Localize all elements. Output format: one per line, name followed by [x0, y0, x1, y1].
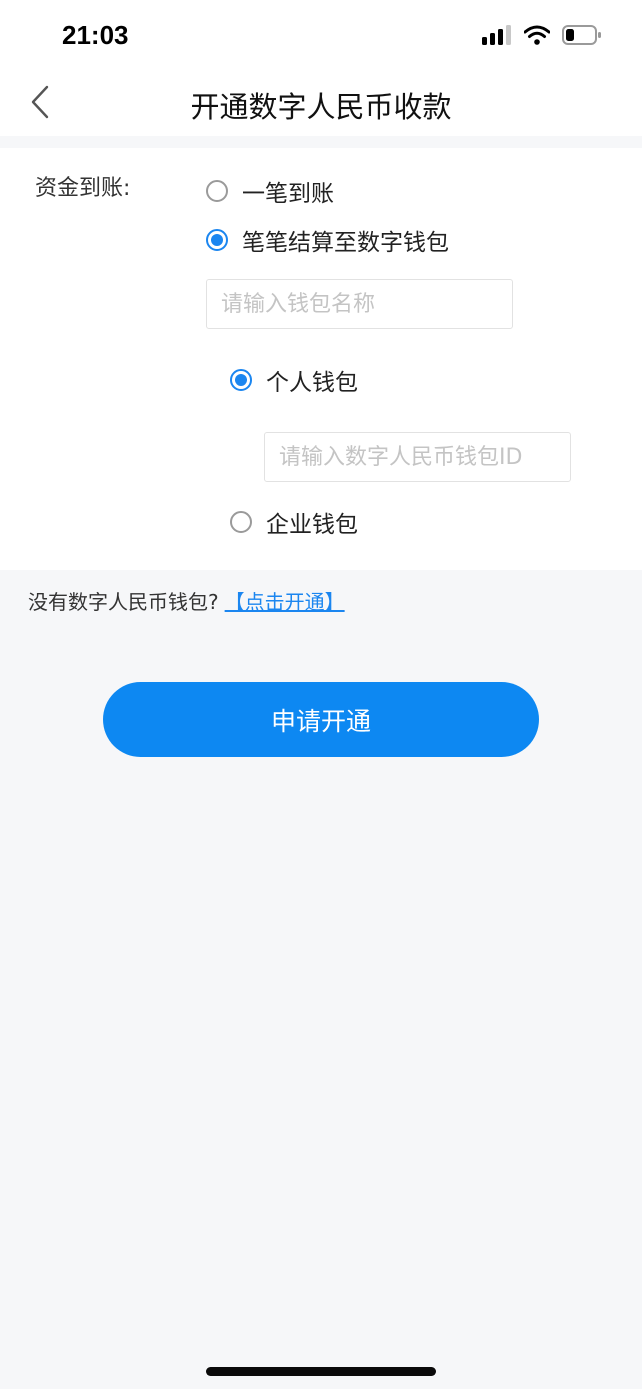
wallet-type-label: 个人钱包 — [266, 370, 358, 396]
radio-button[interactable] — [206, 180, 228, 202]
battery-icon — [562, 24, 602, 50]
option-label: 一笔到账 — [242, 181, 334, 207]
home-indicator — [206, 1367, 436, 1376]
settlement-form-card: 资金到账: 一笔到账 笔笔结算至数字钱包 个人钱包 企业钱包 — [0, 148, 642, 570]
radio-button-selected[interactable] — [206, 229, 228, 251]
open-wallet-link[interactable]: 【点击开通】 — [225, 590, 345, 614]
radio-button[interactable] — [230, 511, 252, 533]
no-wallet-hint: 没有数字人民币钱包? 【点击开通】 — [28, 586, 345, 615]
wallet-type-personal[interactable]: 个人钱包 — [230, 363, 358, 397]
cellular-signal-icon — [482, 25, 512, 49]
status-icons — [482, 24, 602, 50]
navigation-bar: 开通数字人民币收款 — [0, 70, 642, 136]
apply-button[interactable]: 申请开通 — [103, 682, 539, 757]
option-single-settlement[interactable]: 一笔到账 — [206, 174, 334, 208]
wallet-type-label: 企业钱包 — [266, 512, 358, 538]
status-bar: 21:03 — [0, 0, 642, 70]
wallet-type-enterprise[interactable]: 企业钱包 — [230, 505, 358, 539]
page-title: 开通数字人民币收款 — [190, 90, 452, 124]
funds-arrival-label: 资金到账: — [35, 176, 131, 201]
wifi-icon — [523, 25, 551, 49]
status-time: 21:03 — [62, 20, 129, 50]
wallet-id-input[interactable] — [264, 432, 571, 482]
wallet-name-input[interactable] — [206, 279, 513, 329]
radio-button-selected[interactable] — [230, 369, 252, 391]
option-label: 笔笔结算至数字钱包 — [242, 230, 449, 256]
hint-text: 没有数字人民币钱包? — [28, 590, 219, 614]
option-settle-to-wallet[interactable]: 笔笔结算至数字钱包 — [206, 223, 449, 257]
